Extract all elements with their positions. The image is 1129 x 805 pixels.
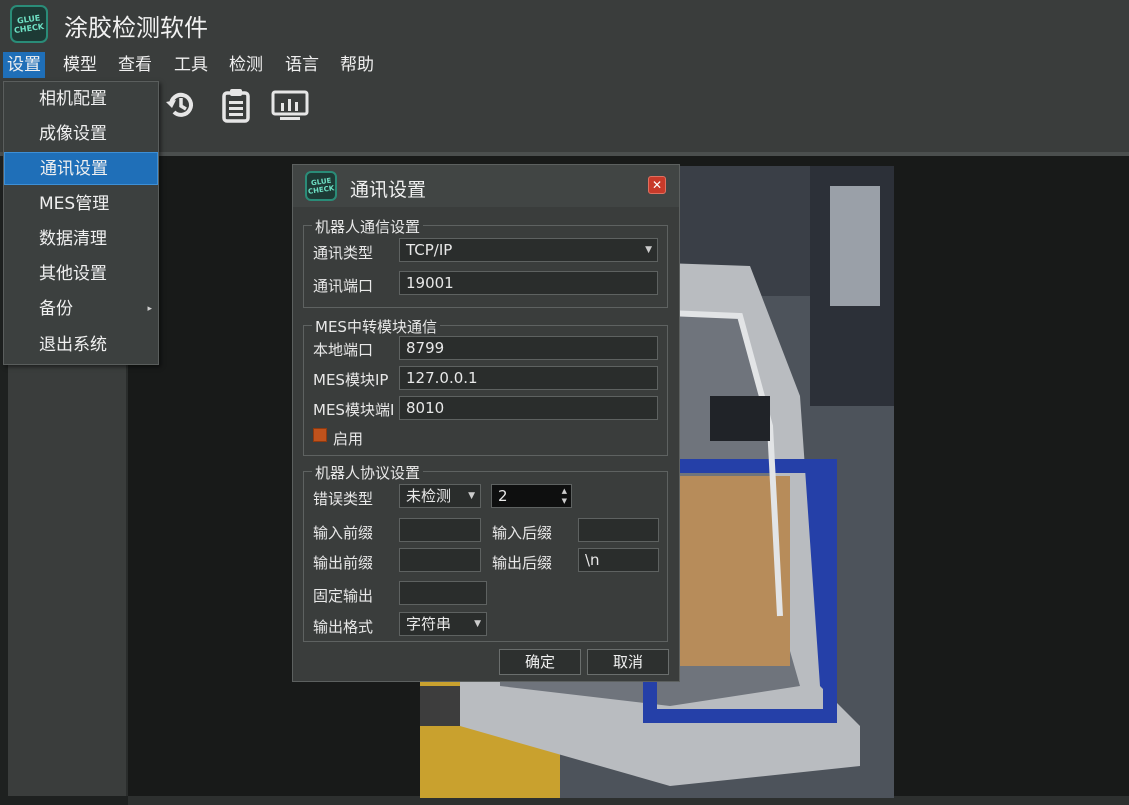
menu-item-label: 相机配置 bbox=[39, 89, 107, 109]
dialog-logo: GLUE CHECK bbox=[305, 171, 337, 201]
app-logo: GLUE CHECK bbox=[10, 5, 48, 43]
monitor-chart-icon[interactable] bbox=[270, 86, 310, 124]
menu-item-exit[interactable]: 退出系统 bbox=[4, 329, 158, 362]
robot-protocol-group: 机器人协议设置 错误类型 未检测 ▼ 2 ▲ ▼ 输入前缀 输入后缀 输出前缀 … bbox=[303, 462, 668, 642]
input-suffix-label: 输入后缀 bbox=[492, 524, 553, 542]
output-format-value: 字符串 bbox=[406, 615, 452, 633]
menu-item-comm-settings[interactable]: 通讯设置 bbox=[4, 152, 158, 185]
menu-item-imaging-settings[interactable]: 成像设置 bbox=[4, 118, 158, 151]
error-type-label: 错误类型 bbox=[313, 490, 374, 508]
menu-item-label: 通讯设置 bbox=[40, 159, 108, 179]
comm-port-input[interactable]: 19001 bbox=[399, 271, 658, 295]
enable-checkbox[interactable] bbox=[313, 428, 327, 442]
enable-label: 启用 bbox=[333, 430, 364, 448]
group-title: 机器人协议设置 bbox=[312, 462, 424, 483]
output-suffix-label: 输出后缀 bbox=[492, 554, 553, 572]
close-icon[interactable]: ✕ bbox=[648, 176, 666, 194]
menu-item-label: MES管理 bbox=[39, 194, 110, 214]
menu-model[interactable]: 模型 bbox=[59, 52, 101, 78]
error-type-select[interactable]: 未检测 ▼ bbox=[399, 484, 481, 508]
menu-detect[interactable]: 检测 bbox=[225, 52, 267, 78]
menu-item-backup[interactable]: 备份 ▸ bbox=[4, 293, 158, 326]
dialog-header: GLUE CHECK 通讯设置 ✕ bbox=[293, 165, 679, 207]
clipboard-icon[interactable] bbox=[217, 86, 255, 124]
comm-port-label: 通讯端口 bbox=[313, 277, 374, 295]
submenu-arrow-icon: ▸ bbox=[147, 304, 152, 314]
group-title: MES中转模块通信 bbox=[312, 316, 440, 337]
menu-tools[interactable]: 工具 bbox=[170, 52, 212, 78]
comm-type-value: TCP/IP bbox=[406, 241, 453, 259]
menu-item-mes-management[interactable]: MES管理 bbox=[4, 188, 158, 221]
chevron-down-icon: ▼ bbox=[474, 619, 481, 629]
output-format-label: 输出格式 bbox=[313, 618, 374, 636]
error-code-value: 2 bbox=[498, 487, 508, 505]
history-icon[interactable] bbox=[162, 86, 200, 124]
comm-type-select[interactable]: TCP/IP ▼ bbox=[399, 238, 658, 262]
mes-port-input[interactable]: 8010 bbox=[399, 396, 658, 420]
fixed-output-input[interactable] bbox=[399, 581, 487, 605]
title-bar: GLUE CHECK 涂胶检测软件 bbox=[0, 0, 1129, 48]
chevron-down-icon: ▼ bbox=[645, 245, 652, 255]
menu-settings[interactable]: 设置 bbox=[3, 52, 45, 78]
mes-comm-group: MES中转模块通信 本地端口 8799 MES模块IP 127.0.0.1 ME… bbox=[303, 316, 668, 456]
menu-bar: 设置 模型 查看 工具 检测 语言 帮助 bbox=[0, 48, 1129, 82]
output-prefix-input[interactable] bbox=[399, 548, 481, 572]
robot-comm-group: 机器人通信设置 通讯类型 TCP/IP ▼ 通讯端口 19001 bbox=[303, 216, 668, 308]
app-title: 涂胶检测软件 bbox=[64, 14, 208, 42]
chevron-down-icon: ▼ bbox=[468, 491, 475, 501]
ok-button[interactable]: 确定 bbox=[499, 649, 581, 675]
mes-ip-label: MES模块IP bbox=[313, 371, 389, 389]
menu-item-camera-config[interactable]: 相机配置 bbox=[4, 83, 158, 116]
output-prefix-label: 输出前缀 bbox=[313, 554, 374, 572]
menu-item-label: 退出系统 bbox=[39, 335, 107, 355]
mes-port-label: MES模块端I bbox=[313, 401, 395, 419]
settings-dropdown: 相机配置 成像设置 通讯设置 MES管理 数据清理 其他设置 备份 ▸ 退出系统 bbox=[3, 81, 159, 365]
menu-help[interactable]: 帮助 bbox=[336, 52, 378, 78]
menu-language[interactable]: 语言 bbox=[281, 52, 323, 78]
local-port-input[interactable]: 8799 bbox=[399, 336, 658, 360]
input-prefix-input[interactable] bbox=[399, 518, 481, 542]
local-port-label: 本地端口 bbox=[313, 341, 374, 359]
fixed-output-label: 固定输出 bbox=[313, 587, 374, 605]
spin-up-icon[interactable]: ▲ bbox=[562, 487, 567, 495]
input-prefix-label: 输入前缀 bbox=[313, 524, 374, 542]
menu-item-other-settings[interactable]: 其他设置 bbox=[4, 258, 158, 291]
menu-item-label: 成像设置 bbox=[39, 124, 107, 144]
error-code-spinbox[interactable]: 2 ▲ ▼ bbox=[491, 484, 572, 508]
input-suffix-input[interactable] bbox=[578, 518, 659, 542]
group-title: 机器人通信设置 bbox=[312, 216, 424, 237]
menu-item-data-cleanup[interactable]: 数据清理 bbox=[4, 223, 158, 256]
comm-type-label: 通讯类型 bbox=[313, 244, 374, 262]
error-type-value: 未检测 bbox=[406, 487, 452, 505]
mes-ip-input[interactable]: 127.0.0.1 bbox=[399, 366, 658, 390]
menu-item-label: 其他设置 bbox=[39, 264, 107, 284]
spin-down-icon[interactable]: ▼ bbox=[562, 497, 567, 505]
menu-item-label: 数据清理 bbox=[39, 229, 107, 249]
menu-item-label: 备份 bbox=[39, 299, 73, 319]
cancel-button[interactable]: 取消 bbox=[587, 649, 669, 675]
dialog-title: 通讯设置 bbox=[350, 179, 427, 201]
menu-view[interactable]: 查看 bbox=[114, 52, 156, 78]
output-format-select[interactable]: 字符串 ▼ bbox=[399, 612, 487, 636]
comm-settings-dialog: GLUE CHECK 通讯设置 ✕ 机器人通信设置 通讯类型 TCP/IP ▼ … bbox=[292, 164, 680, 682]
output-suffix-input[interactable]: \n bbox=[578, 548, 659, 572]
